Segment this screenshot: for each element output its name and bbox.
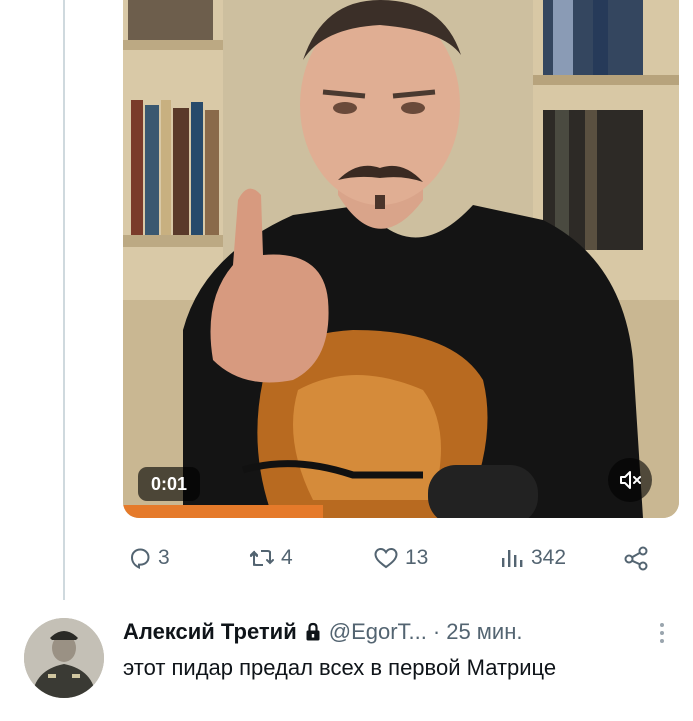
avatar[interactable]	[24, 618, 104, 698]
reply-count: 3	[158, 546, 170, 569]
mute-button[interactable]	[608, 458, 652, 502]
retweet-icon	[250, 550, 274, 566]
views-icon	[502, 550, 523, 567]
reply-header: Алексий Третий @EgorT... · 25 мин.	[123, 617, 522, 647]
thread-line	[63, 0, 65, 600]
like-action[interactable]: 13	[373, 540, 428, 576]
more-dot	[660, 623, 664, 627]
reply-text: этот пидар предал всех в первой Матрице	[123, 655, 557, 680]
separator-dot: ·	[432, 619, 441, 644]
heart-icon	[374, 547, 398, 569]
speaker-muted-icon	[620, 471, 641, 489]
tweet-actions: 3 4 13 342	[123, 540, 663, 580]
author-handle[interactable]: @EgorT...	[329, 619, 427, 645]
reply-icon	[130, 548, 150, 570]
lock-icon	[305, 622, 321, 642]
share-icon	[624, 546, 648, 571]
more-options-button[interactable]	[652, 618, 672, 648]
video-player[interactable]: 0:01	[123, 0, 679, 518]
video-timestamp: 0:01	[138, 467, 200, 501]
views-count: 342	[531, 546, 567, 569]
reply-action[interactable]: 3	[128, 540, 170, 576]
retweet-action[interactable]: 4	[249, 540, 293, 576]
video-frame	[123, 0, 679, 518]
more-dot	[660, 639, 664, 643]
like-count: 13	[405, 546, 429, 569]
more-dot	[660, 631, 664, 635]
avatar-image	[24, 618, 104, 698]
share-action[interactable]	[623, 540, 651, 576]
author-name[interactable]: Алексий Третий	[123, 619, 297, 645]
retweet-count: 4	[281, 546, 293, 569]
reply-time[interactable]: 25 мин.	[446, 619, 522, 645]
views-action[interactable]: 342	[499, 540, 566, 576]
